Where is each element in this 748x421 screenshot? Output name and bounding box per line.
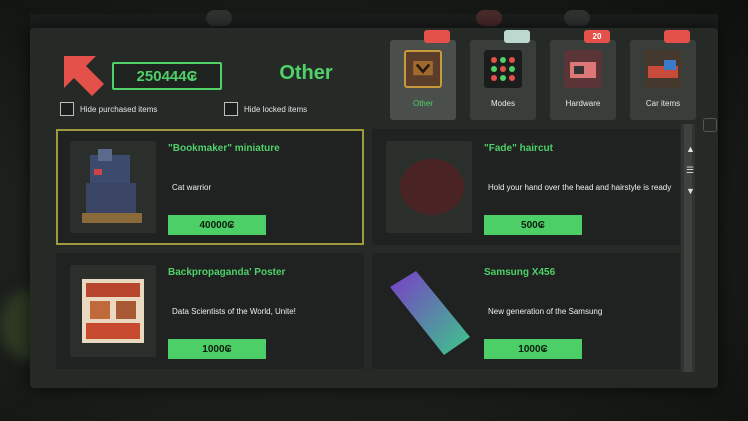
phone-icon bbox=[386, 265, 472, 357]
hide-purchased-checkbox[interactable]: Hide purchased items bbox=[60, 102, 157, 116]
item-description: Data Scientists of the World, Unite! bbox=[172, 307, 296, 316]
top-indicator-icon bbox=[564, 10, 590, 26]
buy-button[interactable]: 500₢ bbox=[484, 215, 582, 235]
tab-hardware[interactable]: 20 Hardware bbox=[550, 30, 616, 120]
tab-label: Car items bbox=[645, 99, 681, 108]
robot-miniature-icon bbox=[70, 141, 156, 233]
tab-badge: 20 bbox=[584, 30, 610, 43]
box-icon bbox=[404, 50, 442, 88]
tab-label: Modes bbox=[490, 99, 515, 108]
item-description: Hold your hand over the head and hairsty… bbox=[488, 183, 672, 192]
item-card[interactable]: "Bookmaker" miniature Cat warrior 40000₢ bbox=[56, 129, 364, 245]
item-name: Samsung X456 bbox=[484, 267, 556, 278]
item-card[interactable]: Backpropaganda' Poster Data Scientists o… bbox=[56, 253, 364, 369]
top-indicator-icon bbox=[206, 10, 232, 26]
haircut-icon bbox=[386, 141, 472, 233]
tab-badge bbox=[664, 30, 690, 43]
scroll-handle-icon[interactable]: ☰ bbox=[686, 165, 694, 176]
dots-icon bbox=[484, 50, 522, 88]
tab-modes[interactable]: Modes bbox=[470, 30, 536, 120]
tab-label: Hardware bbox=[565, 99, 601, 108]
tab-other[interactable]: Other bbox=[390, 30, 456, 120]
checkbox-box[interactable] bbox=[60, 102, 74, 116]
item-card[interactable]: Samsung X456 New generation of the Samsu… bbox=[372, 253, 680, 369]
item-name: "Bookmaker" miniature bbox=[168, 143, 280, 154]
item-name: "Fade" haircut bbox=[484, 143, 553, 154]
tab-badge bbox=[424, 30, 450, 43]
item-card[interactable]: "Fade" haircut Hold your hand over the h… bbox=[372, 129, 680, 245]
item-grid: "Bookmaker" miniature Cat warrior 40000₢… bbox=[56, 127, 680, 375]
buy-button[interactable]: 1000₢ bbox=[168, 339, 266, 359]
top-indicator-icon bbox=[476, 10, 502, 26]
checkbox-box[interactable] bbox=[224, 102, 238, 116]
hide-locked-label: Hide locked items bbox=[244, 104, 308, 114]
tab-label: Other bbox=[412, 99, 433, 108]
poster-icon bbox=[70, 265, 156, 357]
category-title: Other bbox=[279, 62, 333, 84]
scrollbar[interactable] bbox=[681, 124, 695, 372]
hide-purchased-label: Hide purchased items bbox=[80, 104, 158, 114]
item-description: Cat warrior bbox=[172, 183, 212, 192]
side-icon bbox=[703, 118, 717, 132]
item-description: New generation of the Samsung bbox=[488, 307, 603, 316]
back-arrow-icon[interactable] bbox=[62, 54, 106, 98]
tab-car-items[interactable]: Car items bbox=[630, 30, 696, 120]
scroll-up-icon[interactable]: ▲ bbox=[686, 144, 695, 154]
buy-button[interactable]: 1000₢ bbox=[484, 339, 582, 359]
hide-locked-checkbox[interactable]: Hide locked items bbox=[224, 102, 307, 116]
tab-badge bbox=[504, 30, 530, 43]
scroll-down-icon[interactable]: ▼ bbox=[686, 186, 695, 196]
car-icon bbox=[644, 50, 682, 88]
item-name: Backpropaganda' Poster bbox=[168, 267, 286, 278]
scrollbar-thumb[interactable] bbox=[684, 124, 692, 372]
hardware-icon bbox=[564, 50, 602, 88]
balance-display: 250444₢ bbox=[112, 62, 222, 90]
buy-button[interactable]: 40000₢ bbox=[168, 215, 266, 235]
